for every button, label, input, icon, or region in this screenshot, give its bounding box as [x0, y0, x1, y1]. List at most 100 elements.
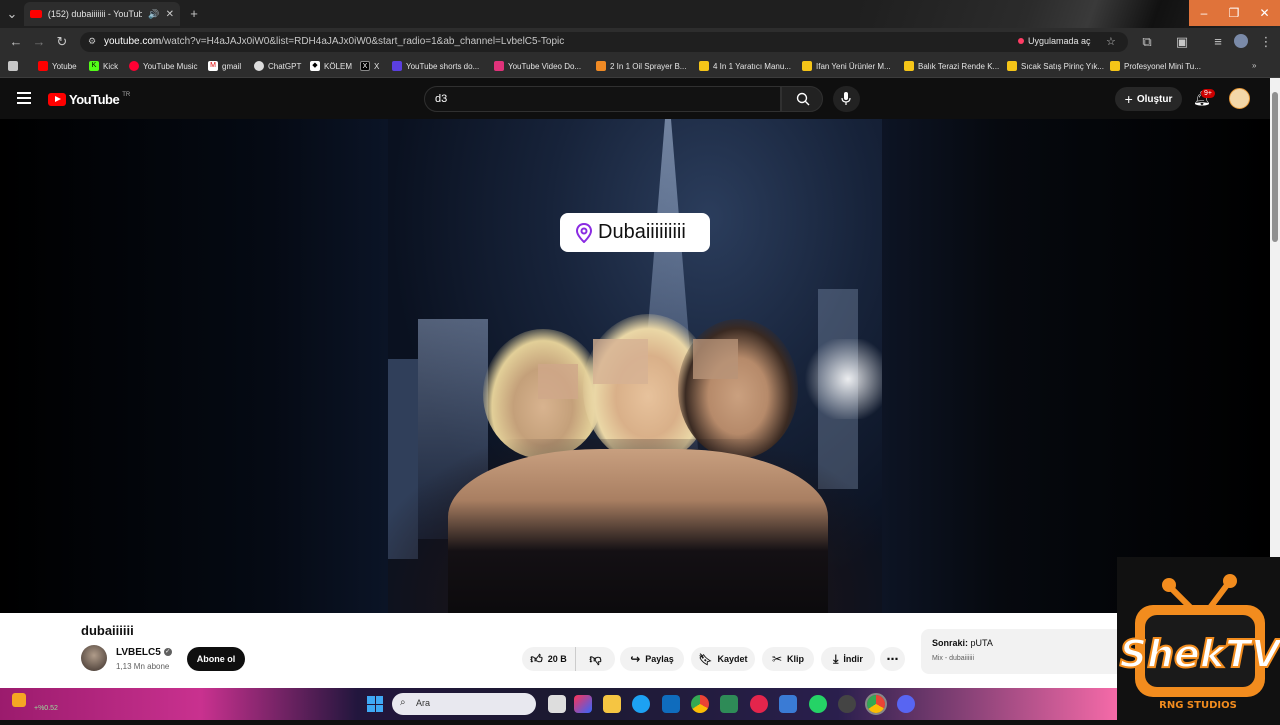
- app-icon[interactable]: [720, 695, 738, 713]
- hamburger-menu-icon[interactable]: [17, 92, 31, 104]
- close-tab-icon[interactable]: ✕: [166, 9, 174, 20]
- outlook-icon[interactable]: [662, 695, 680, 713]
- search-input[interactable]: d3: [424, 86, 781, 112]
- bookmark-item[interactable]: Mgmail: [208, 61, 241, 71]
- chrome-active-icon[interactable]: [865, 693, 887, 715]
- download-icon: ⤓: [833, 651, 839, 666]
- windows-start-icon[interactable]: [367, 696, 383, 712]
- location-pin-icon: [576, 222, 592, 243]
- create-button[interactable]: + Oluştur: [1115, 87, 1182, 111]
- clip-button[interactable]: ✂ Klip: [762, 647, 814, 671]
- scrollbar-thumb[interactable]: [1272, 92, 1278, 242]
- bookmark-item[interactable]: YouTube Music: [129, 61, 198, 71]
- search-button[interactable]: [781, 86, 823, 112]
- search-icon: [796, 92, 810, 106]
- copilot-icon[interactable]: [574, 695, 592, 713]
- bookmark-star-icon[interactable]: ☆: [1106, 35, 1116, 48]
- thumbs-down-icon: 👎︎: [589, 651, 602, 666]
- up-next-card[interactable]: Sonraki: pUTA Mix - dubaiiiiii: [921, 629, 1117, 674]
- bookmark-item[interactable]: Profesyonel Mini Tu...: [1110, 61, 1201, 71]
- save-button[interactable]: 🔖︎ Kaydet: [691, 647, 755, 671]
- like-button[interactable]: 👍︎ 20 B: [522, 647, 575, 671]
- more-bookmarks-icon[interactable]: »: [1252, 61, 1256, 70]
- open-in-app-button[interactable]: Uygulamada aç: [1018, 36, 1091, 46]
- shektv-watermark-logo: ShekTV RNG STUDIOS: [1117, 557, 1280, 720]
- microphone-icon: [841, 92, 851, 105]
- subscriber-count: 1,13 Mn abone: [116, 662, 170, 671]
- voice-search-button[interactable]: [833, 86, 860, 112]
- bookmark-item[interactable]: ◆ KÖLEM: [310, 61, 352, 71]
- close-window-icon[interactable]: ✕: [1249, 0, 1280, 26]
- plus-icon: +: [1124, 91, 1133, 107]
- more-actions-button[interactable]: ⋯: [880, 647, 905, 671]
- maximize-icon[interactable]: ❐: [1219, 0, 1249, 26]
- blur-mask: [693, 339, 738, 379]
- apps-grid-icon[interactable]: [8, 61, 18, 71]
- browser-tab[interactable]: (152) dubaiiiiiii - YouTube 🔊 ✕: [24, 2, 180, 26]
- discord-icon[interactable]: [897, 695, 915, 713]
- bookmark-item[interactable]: Sıcak Satış Pirinç Yık...: [1007, 61, 1104, 71]
- bookmark-item[interactable]: Balık Terazi Rende K...: [904, 61, 999, 71]
- audio-playing-icon[interactable]: 🔊: [148, 9, 159, 20]
- bookmark-item[interactable]: YouTube Video Do...: [494, 61, 581, 71]
- bookmark-item[interactable]: K Kick: [89, 61, 118, 71]
- share-button[interactable]: ↪ Paylaş: [620, 647, 684, 671]
- svg-text:RNG STUDIOS: RNG STUDIOS: [1159, 700, 1237, 711]
- thumbs-up-icon: 👍︎: [530, 651, 543, 666]
- channel-name[interactable]: LVBELC5 ✓: [116, 647, 172, 658]
- subscribe-button[interactable]: Abone ol: [187, 647, 245, 671]
- media-control-icon[interactable]: ≡: [1210, 34, 1226, 50]
- site-info-icon[interactable]: ⚙: [88, 36, 96, 47]
- youtube-play-icon: [48, 93, 66, 106]
- bookmark-item[interactable]: Ifan Yeni Ürünler M...: [802, 61, 891, 71]
- bookmark-item[interactable]: XX: [360, 61, 379, 71]
- bookmark-item[interactable]: 2 In 1 Oil Sprayer B...: [596, 61, 686, 71]
- reload-icon[interactable]: ↻: [54, 34, 70, 50]
- blur-mask: [593, 339, 648, 384]
- bookmark-item[interactable]: 4 In 1 Yaratıcı Manu...: [699, 61, 791, 71]
- share-icon: ↪: [630, 652, 641, 666]
- whatsapp-icon[interactable]: [809, 695, 827, 713]
- video-frame[interactable]: [388, 119, 882, 613]
- minimize-icon[interactable]: –: [1189, 0, 1219, 26]
- account-avatar[interactable]: [1229, 88, 1250, 109]
- address-bar[interactable]: ⚙ youtube.com/watch?v=H4aJAJx0iW0&list=R…: [80, 32, 1128, 52]
- more-dots-icon: ⋯: [886, 652, 899, 666]
- bookmark-item[interactable]: Yotube: [38, 61, 77, 71]
- back-icon[interactable]: ←: [8, 34, 24, 50]
- channel-avatar[interactable]: [81, 645, 107, 671]
- bookmark-icon: 🔖︎: [698, 653, 713, 666]
- extensions-icon[interactable]: ⧉: [1139, 34, 1155, 50]
- task-view-icon[interactable]: [548, 695, 566, 713]
- app-icon[interactable]: [779, 695, 797, 713]
- taskbar-search-input[interactable]: ⌕ Ara: [392, 693, 536, 715]
- verified-icon: ✓: [163, 648, 172, 657]
- browser-menu-icon[interactable]: ⋮: [1258, 34, 1274, 50]
- media-player-icon[interactable]: [750, 695, 768, 713]
- bookmark-item[interactable]: YouTube shorts do...: [392, 61, 479, 71]
- chrome-icon[interactable]: [691, 695, 709, 713]
- tv-icon: ShekTV RNG STUDIOS: [1119, 574, 1280, 711]
- tab-search-icon[interactable]: ⌄: [4, 6, 20, 22]
- weather-icon[interactable]: [12, 693, 26, 707]
- location-sticker: Dubaiiiiiiiii: [560, 213, 710, 252]
- weather-widget[interactable]: +%0.52: [34, 705, 58, 712]
- notification-count-badge: 9+: [1201, 89, 1215, 98]
- url-text: youtube.com/watch?v=H4aJAJx0iW0&list=RDH…: [104, 36, 565, 47]
- svg-text:ShekTV: ShekTV: [1120, 632, 1280, 676]
- bookmark-item[interactable]: ChatGPT: [254, 61, 301, 71]
- download-button[interactable]: ⤓ İndir: [821, 647, 875, 671]
- forward-icon[interactable]: →: [31, 34, 47, 50]
- edge-browser-icon[interactable]: [632, 695, 650, 713]
- youtube-logo[interactable]: YouTube TR: [48, 92, 130, 107]
- file-explorer-icon[interactable]: [603, 695, 621, 713]
- video-title: dubaiiiiii: [81, 623, 134, 638]
- new-tab-icon[interactable]: +: [186, 6, 202, 22]
- youtube-favicon-icon: [30, 10, 42, 18]
- page-scrollbar[interactable]: [1270, 78, 1280, 557]
- dislike-button[interactable]: 👎︎: [575, 647, 615, 671]
- app-icon[interactable]: [838, 695, 856, 713]
- profile-avatar[interactable]: [1234, 34, 1248, 48]
- side-panel-icon[interactable]: ▣: [1174, 34, 1190, 50]
- bookmarks-bar: Yotube K Kick YouTube Music Mgmail ChatGP…: [0, 56, 1280, 78]
